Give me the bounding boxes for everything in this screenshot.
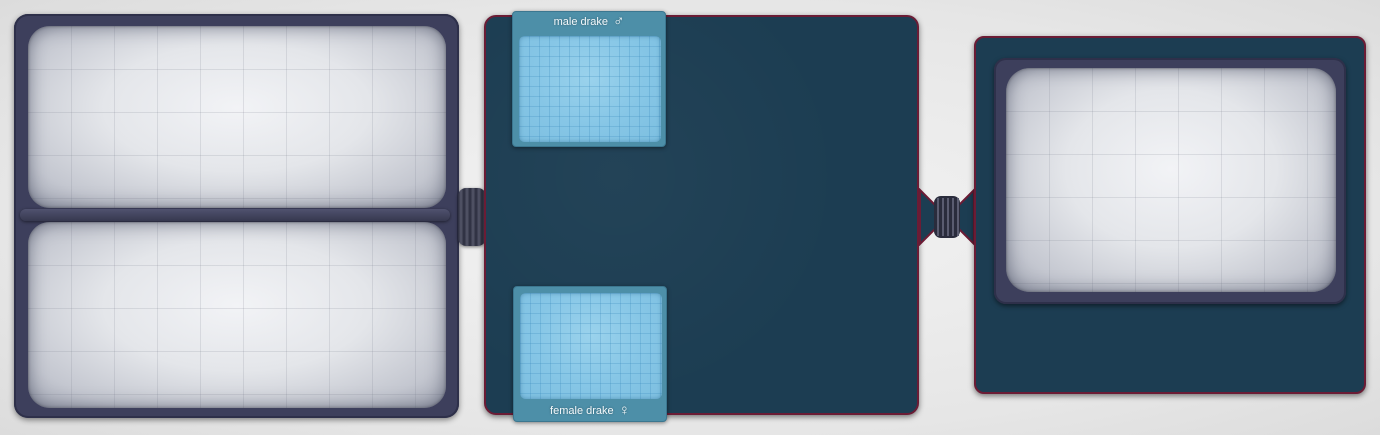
female-drake-drop-area[interactable] — [520, 293, 662, 399]
female-drake-slot[interactable]: female drake ♀ — [513, 286, 667, 422]
male-drake-label-text: male drake — [553, 16, 609, 28]
right-cable-connector — [918, 188, 976, 246]
male-drake-label: male drake ♂ — [513, 13, 665, 30]
female-symbol-icon: ♀ — [618, 402, 630, 419]
cable-connector-icon — [919, 188, 975, 246]
male-symbol-icon: ♂ — [613, 13, 625, 30]
male-drake-drop-area[interactable] — [519, 36, 661, 142]
male-drake-slot[interactable]: male drake ♂ — [512, 11, 666, 147]
female-drake-label: female drake ♀ — [514, 402, 666, 419]
left-cable-connector — [458, 188, 486, 246]
female-drake-label-text: female drake — [550, 405, 614, 417]
left-bottom-screen[interactable] — [28, 222, 446, 408]
left-monitor-divider — [20, 209, 450, 221]
left-top-screen[interactable] — [28, 26, 446, 208]
right-screen[interactable] — [1006, 68, 1336, 292]
